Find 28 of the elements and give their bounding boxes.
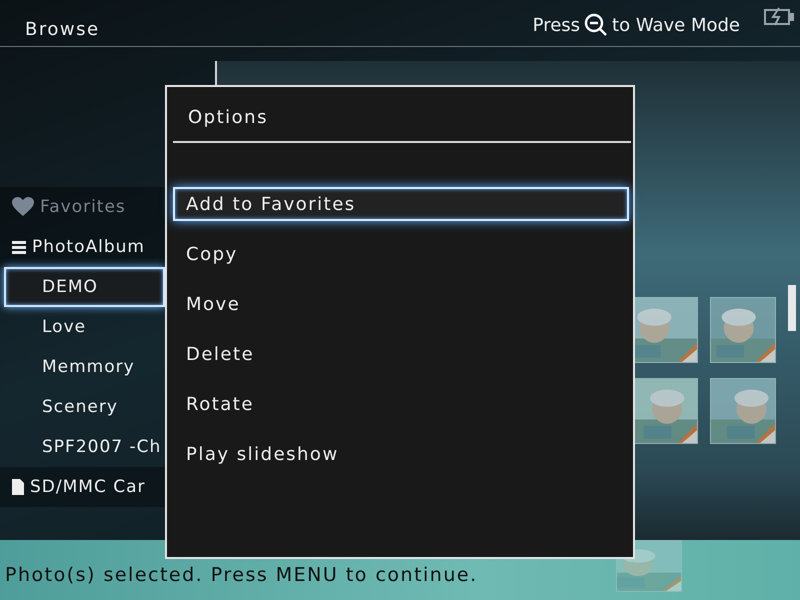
zoom-out-icon	[584, 13, 608, 37]
list-icon	[12, 240, 26, 254]
heart-icon	[12, 197, 34, 217]
photo-thumbnail[interactable]	[710, 378, 776, 444]
hint-text: Press	[532, 14, 580, 36]
option-item[interactable]: Copy	[173, 237, 629, 271]
hint-text: to Wave Mode	[612, 14, 740, 36]
option-item[interactable]: Rotate	[173, 387, 629, 421]
document-icon	[12, 479, 24, 495]
menu-item[interactable]: PhotoAlbum	[0, 227, 165, 267]
option-item[interactable]: Move	[173, 287, 629, 321]
battery-charging-icon	[764, 6, 794, 26]
photo-thumbnail[interactable]	[710, 297, 776, 363]
folder-item[interactable]: Love	[0, 307, 165, 347]
folder-item[interactable]: Memmory	[0, 347, 165, 387]
photo-thumbnail[interactable]	[632, 378, 698, 444]
status-message: Photo(s) selected. Press MENU to continue.	[4, 564, 478, 588]
dialog-title: Options	[187, 106, 269, 130]
folder-item[interactable]: Scenery	[0, 387, 165, 427]
option-item[interactable]: Delete	[173, 337, 629, 371]
folder-item[interactable]: SPF2007 -Ch	[0, 427, 165, 467]
scroll-bar[interactable]	[788, 285, 796, 331]
screen-title: Browse	[25, 18, 100, 40]
option-item[interactable]: Play slideshow	[173, 437, 629, 471]
menu-item[interactable]: SD/MMC Car	[0, 467, 165, 507]
photo-thumbnail[interactable]	[632, 297, 698, 363]
folder-item[interactable]: DEMO	[4, 267, 165, 307]
option-item[interactable]: Add to Favorites	[173, 187, 629, 221]
